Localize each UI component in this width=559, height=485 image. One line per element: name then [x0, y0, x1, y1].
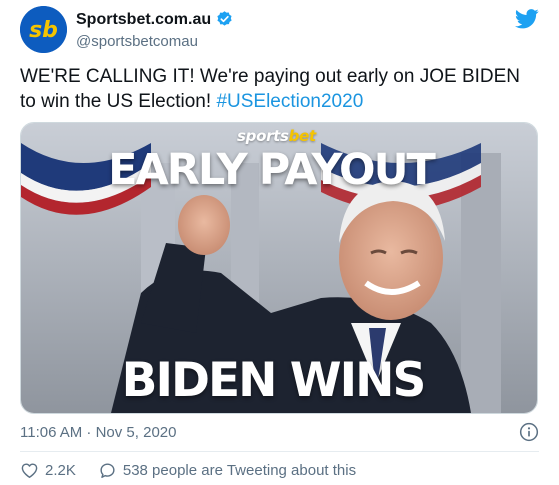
- author-name-row[interactable]: Sportsbet.com.au: [76, 10, 234, 29]
- conversation-text: 538 people are Tweeting about this: [122, 462, 357, 479]
- info-icon[interactable]: [519, 422, 539, 442]
- tweet-actions: 2.2K 538 people are Tweeting about this: [20, 461, 356, 480]
- media-headline-bottom: BIDEN WINS: [121, 353, 427, 408]
- verified-badge-icon: [217, 11, 232, 26]
- twitter-bird-icon[interactable]: [515, 8, 539, 30]
- divider: [20, 451, 539, 452]
- conversation-link[interactable]: 538 people are Tweeting about this: [98, 461, 356, 480]
- avatar-text: sb: [29, 18, 58, 43]
- brand-main: sports: [237, 127, 289, 145]
- sportsbet-logo-icon: sb: [20, 6, 67, 53]
- like-count: 2.2K: [45, 462, 76, 479]
- heart-icon: [21, 463, 38, 478]
- media-brand-label: sportsbet: [237, 127, 316, 145]
- tweet-text: WE'RE CALLING IT! We're paying out early…: [20, 64, 540, 114]
- media-headline-top: EARLY PAYOUT: [108, 145, 436, 195]
- author-handle[interactable]: @sportsbetcomau: [76, 33, 198, 50]
- brand-accent: bet: [288, 127, 316, 145]
- tweet-timestamp[interactable]: 11:06 AM · Nov 5, 2020: [20, 424, 176, 441]
- avatar[interactable]: sb: [20, 6, 67, 53]
- tweet-card: sb Sportsbet.com.au @sportsbetcomau WE'R…: [0, 0, 559, 485]
- hashtag-link[interactable]: #USElection2020: [216, 91, 363, 112]
- display-name[interactable]: Sportsbet.com.au: [76, 11, 211, 29]
- tweet-media-image[interactable]: sportsbet EARLY PAYOUT BIDEN WINS: [20, 122, 538, 414]
- like-button[interactable]: 2.2K: [20, 461, 76, 480]
- speech-bubble-icon: [100, 463, 115, 478]
